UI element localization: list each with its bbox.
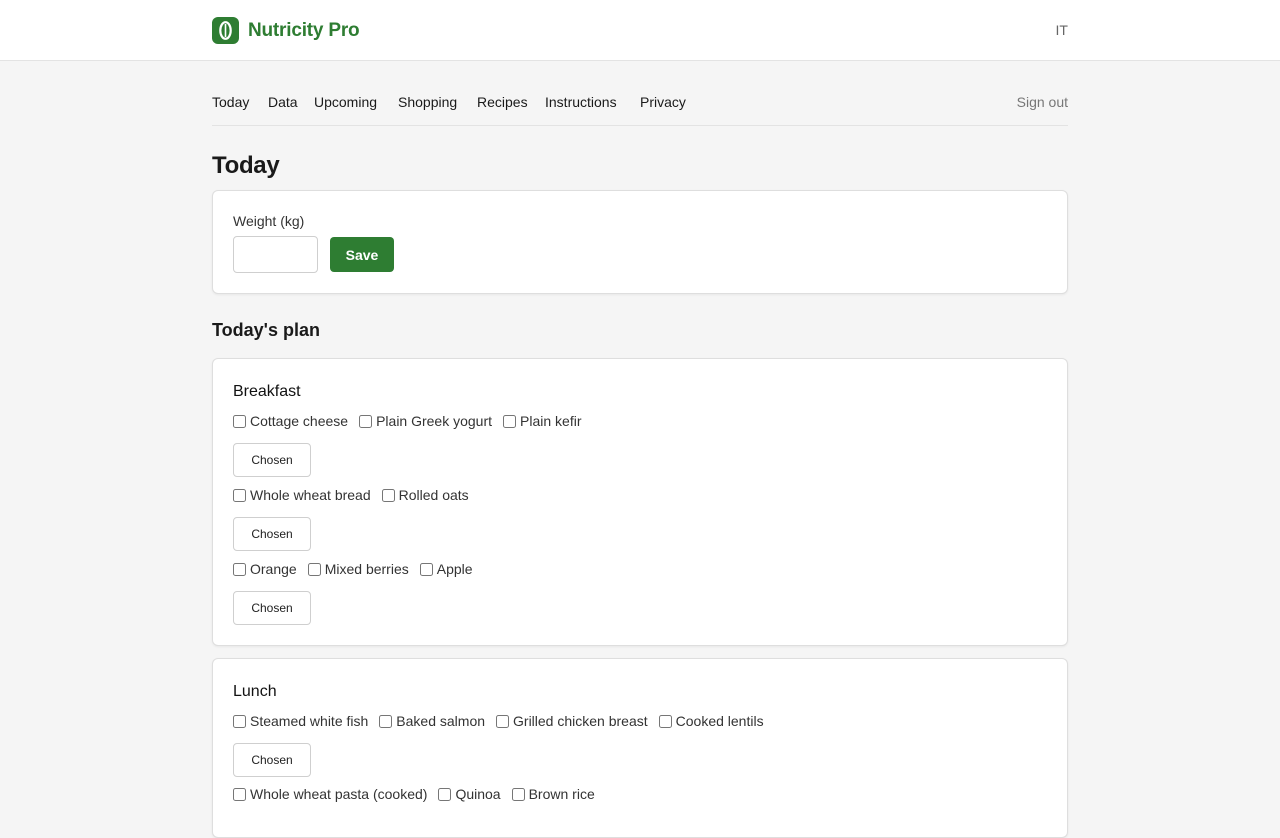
option-checkbox[interactable] bbox=[503, 414, 517, 428]
option-checkbox[interactable] bbox=[307, 562, 321, 576]
main-nav: Today Data Upcoming Shopping Recipes Ins… bbox=[212, 93, 1068, 126]
option-item[interactable]: Rolled oats bbox=[381, 487, 469, 503]
option-checkbox[interactable] bbox=[233, 488, 246, 502]
option-group: Whole wheat bread Rolled oats bbox=[233, 487, 480, 503]
option-item[interactable]: Grilled chicken breast bbox=[496, 713, 648, 729]
option-item[interactable]: Baked salmon bbox=[379, 713, 485, 729]
option-checkbox[interactable] bbox=[379, 714, 393, 728]
meal-title-breakfast: Breakfast bbox=[233, 383, 301, 400]
nav-upcoming[interactable]: Upcoming bbox=[314, 94, 377, 110]
option-label: Orange bbox=[250, 561, 297, 577]
option-label: Plain kefir bbox=[520, 413, 582, 429]
nav-today[interactable]: Today bbox=[212, 94, 249, 110]
option-item[interactable]: Steamed white fish bbox=[233, 713, 368, 729]
leaf-icon bbox=[212, 17, 239, 44]
nav-data[interactable]: Data bbox=[268, 94, 298, 110]
option-checkbox[interactable] bbox=[438, 787, 452, 801]
option-item[interactable]: Plain kefir bbox=[503, 413, 582, 429]
option-checkbox[interactable] bbox=[233, 562, 246, 576]
option-item[interactable]: Whole wheat bread bbox=[233, 487, 371, 503]
option-checkbox[interactable] bbox=[496, 714, 510, 728]
option-label: Baked salmon bbox=[396, 713, 486, 729]
weight-input[interactable] bbox=[233, 236, 318, 273]
plan-title: Today's plan bbox=[212, 320, 320, 340]
option-checkbox[interactable] bbox=[381, 488, 395, 502]
option-checkbox[interactable] bbox=[511, 787, 525, 801]
nav-privacy[interactable]: Privacy bbox=[640, 94, 686, 110]
option-checkbox[interactable] bbox=[359, 414, 373, 428]
option-label: Rolled oats bbox=[398, 487, 469, 503]
page-title: Today bbox=[212, 152, 280, 179]
option-label: Whole wheat bread bbox=[250, 487, 371, 503]
brand[interactable]: Nutricity Pro bbox=[212, 17, 360, 44]
option-label: Steamed white fish bbox=[250, 713, 369, 729]
option-item[interactable]: Mixed berries bbox=[307, 561, 409, 577]
option-checkbox[interactable] bbox=[233, 414, 246, 428]
option-item[interactable]: Orange bbox=[233, 561, 297, 577]
option-label: Cooked lentils bbox=[675, 713, 764, 729]
option-item[interactable]: Cooked lentils bbox=[658, 713, 764, 729]
sign-out-link[interactable]: Sign out bbox=[1017, 94, 1068, 110]
option-label: Apple bbox=[436, 561, 473, 577]
option-label: Grilled chicken breast bbox=[513, 713, 648, 729]
option-label: Cottage cheese bbox=[250, 413, 349, 429]
save-button[interactable]: Save bbox=[330, 237, 394, 272]
option-checkbox[interactable] bbox=[419, 562, 433, 576]
chosen-button[interactable]: Chosen bbox=[233, 517, 311, 551]
option-checkbox[interactable] bbox=[233, 787, 246, 801]
option-label: Plain Greek yogurt bbox=[376, 413, 493, 429]
chosen-button[interactable]: Chosen bbox=[233, 743, 311, 777]
weight-label: Weight (kg) bbox=[233, 213, 305, 229]
option-group: Cottage cheese Plain Greek yogurt Plain … bbox=[233, 413, 593, 429]
option-item[interactable]: Plain Greek yogurt bbox=[359, 413, 492, 429]
breakfast-card: Breakfast Cottage cheese Plain Greek yog… bbox=[212, 358, 1068, 646]
top-bar: Nutricity Pro IT bbox=[0, 0, 1280, 61]
brand-name: Nutricity Pro bbox=[248, 19, 360, 41]
option-item[interactable]: Apple bbox=[419, 561, 473, 577]
option-label: Mixed berries bbox=[324, 561, 409, 577]
option-checkbox[interactable] bbox=[658, 714, 672, 728]
language-switch[interactable]: IT bbox=[1056, 22, 1068, 38]
nav-instructions[interactable]: Instructions bbox=[545, 94, 617, 110]
option-group: Orange Mixed berries Apple bbox=[233, 561, 484, 577]
nav-recipes[interactable]: Recipes bbox=[477, 94, 528, 110]
option-group: Steamed white fish Baked salmon Grilled … bbox=[233, 713, 775, 729]
chosen-button[interactable]: Chosen bbox=[233, 443, 311, 477]
meal-title-lunch: Lunch bbox=[233, 683, 277, 700]
nav-shopping[interactable]: Shopping bbox=[398, 94, 457, 110]
weight-card: Weight (kg) Save bbox=[212, 190, 1068, 294]
option-item[interactable]: Cottage cheese bbox=[233, 413, 348, 429]
chosen-button[interactable]: Chosen bbox=[233, 591, 311, 625]
lunch-card: Lunch Steamed white fish Baked salmon Gr… bbox=[212, 658, 1068, 838]
option-checkbox[interactable] bbox=[233, 714, 246, 728]
